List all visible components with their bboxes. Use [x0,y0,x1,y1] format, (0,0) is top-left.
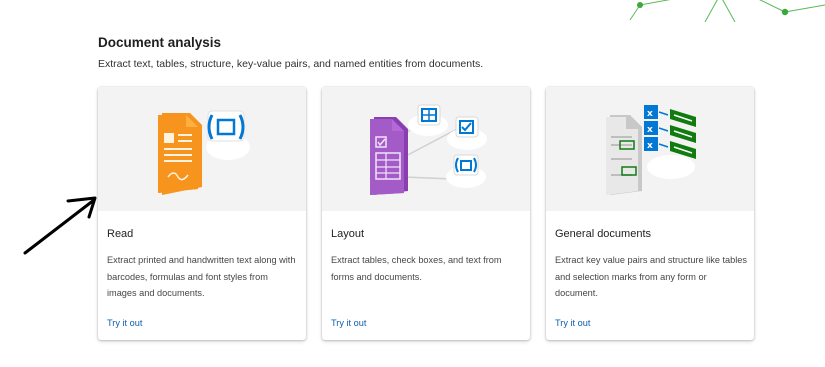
card-title: General documents [555,228,651,240]
read-document-icon [158,110,250,195]
try-it-out-link[interactable]: Try it out [331,317,366,329]
card-layout[interactable]: Layout Extract tables, check boxes, and … [322,87,530,340]
section-title: Document analysis [98,35,222,50]
svg-text:x: x [647,125,653,135]
card-hero: x x x [546,87,754,211]
card-description: Extract key value pairs and structure li… [555,255,748,298]
svg-text:x: x [647,141,653,151]
card-description: Extract tables, check boxes, and text fr… [331,255,502,282]
try-it-out-link[interactable]: Try it out [107,317,142,329]
layout-document-icon [370,104,487,195]
document-analysis-section: Document analysis Extract text, tables, … [98,34,758,71]
annotation-arrow-icon [23,196,97,255]
card-read[interactable]: Read Extract printed and handwritten tex… [98,87,306,340]
card-hero [98,87,306,211]
try-it-out-link[interactable]: Try it out [555,317,590,329]
card-title: Layout [331,228,365,240]
general-document-icon: x x x [606,105,696,195]
section-subtitle: Extract text, tables, structure, key-val… [98,58,484,70]
card-description: Extract printed and handwritten text alo… [107,255,296,298]
svg-text:x: x [647,109,653,119]
network-decoration [629,0,825,23]
card-hero [322,87,530,211]
card-title: Read [107,228,134,240]
card-general-documents[interactable]: x x x General documents Extract key valu… [546,87,754,340]
